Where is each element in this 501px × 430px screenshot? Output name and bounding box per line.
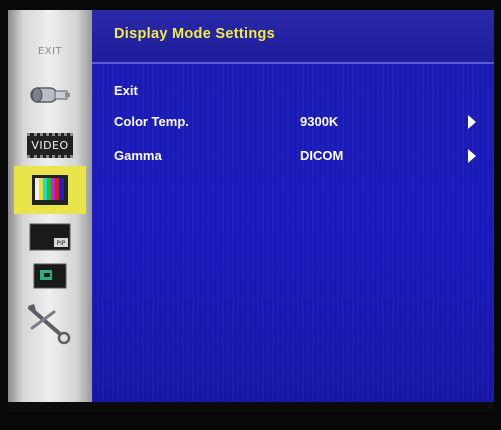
video-icon: VIDEO — [27, 132, 73, 158]
sidebar-item-exit[interactable]: EXIT — [22, 32, 78, 70]
menu-item-exit[interactable]: Exit — [114, 80, 484, 102]
menu-item-gamma[interactable]: Gamma DICOM — [114, 145, 484, 167]
pip-icon-label: PIP — [56, 240, 65, 247]
screen-icon — [33, 263, 67, 289]
color-temp-value: 9300K — [300, 114, 339, 129]
sidebar-item-screen[interactable] — [22, 258, 78, 296]
sidebar-item-input[interactable] — [22, 76, 78, 114]
osd-header: Display Mode Settings — [92, 10, 494, 64]
monitor-bezel: EXIT VIDEO PIP Display Mode Settings Exi… — [0, 0, 501, 430]
color-bars-icon — [32, 175, 68, 205]
pip-icon: PIP — [29, 223, 71, 251]
osd-screen: EXIT VIDEO PIP Display Mode Settings Exi… — [8, 10, 494, 412]
chevron-right-icon[interactable] — [468, 115, 476, 129]
sidebar-item-display-mode[interactable] — [14, 166, 86, 214]
sidebar-item-pip[interactable]: PIP — [22, 218, 78, 256]
menu-item-label: Exit — [114, 83, 138, 98]
chevron-right-icon[interactable] — [468, 149, 476, 163]
osd-sidebar: EXIT VIDEO PIP — [8, 10, 92, 412]
menu-item-label: Gamma — [114, 148, 162, 163]
menu-item-color-temp[interactable]: Color Temp. 9300K — [114, 111, 484, 133]
connector-icon — [30, 87, 70, 103]
sidebar-item-video[interactable]: VIDEO — [22, 126, 78, 164]
sidebar-item-tools[interactable] — [22, 300, 78, 348]
tools-icon — [28, 304, 71, 345]
osd-bottom-edge — [8, 402, 494, 412]
page-title: Display Mode Settings — [114, 26, 275, 42]
menu-item-label: Color Temp. — [114, 114, 189, 129]
exit-icon: EXIT — [37, 45, 63, 57]
gamma-value: DICOM — [300, 148, 344, 163]
osd-menu-panel: Exit Color Temp. 9300K Gamma DICOM — [92, 64, 494, 412]
